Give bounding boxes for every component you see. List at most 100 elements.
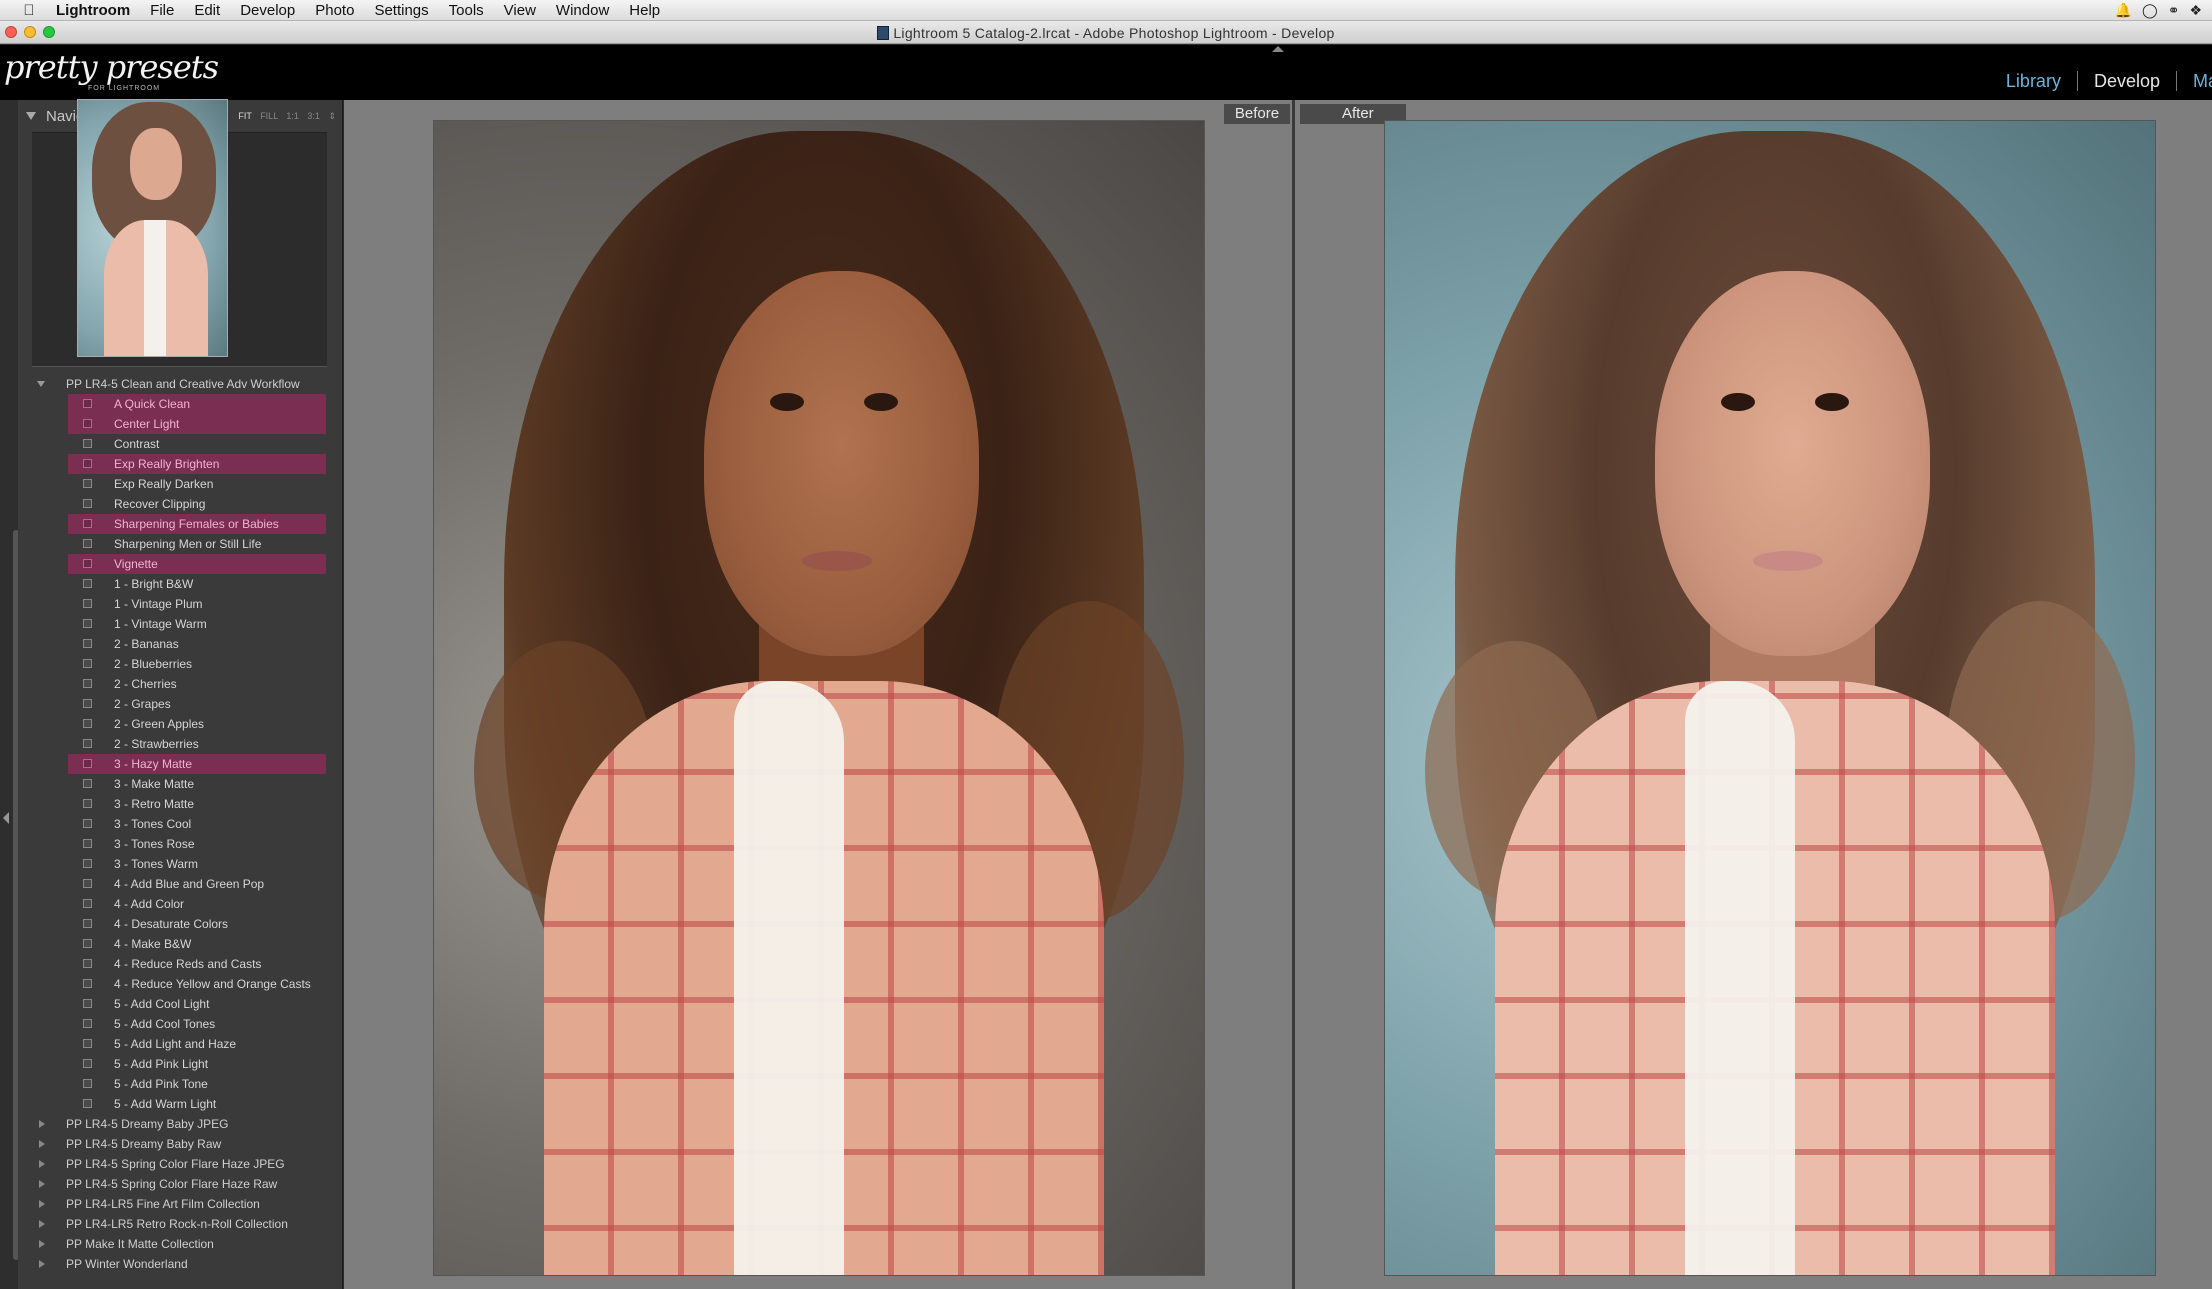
preset-item[interactable]: 4 - Reduce Reds and Casts (68, 954, 326, 974)
preset-item[interactable]: Center Light (68, 414, 326, 434)
notification-icon[interactable]: 🔔 (2115, 2, 2132, 19)
preset-label: 4 - Add Blue and Green Pop (114, 877, 265, 891)
preset-item[interactable]: A Quick Clean (68, 394, 326, 414)
preset-folder-label: PP LR4-LR5 Fine Art Film Collection (66, 1197, 260, 1211)
preset-item[interactable]: 1 - Vintage Plum (68, 594, 326, 614)
preset-item[interactable]: Exp Really Darken (68, 474, 326, 494)
preset-item[interactable]: 3 - Hazy Matte (68, 754, 326, 774)
preset-item[interactable]: Contrast (68, 434, 326, 454)
preset-item[interactable]: Recover Clipping (68, 494, 326, 514)
preset-label: 1 - Vintage Warm (114, 617, 207, 631)
preset-item[interactable]: 4 - Reduce Yellow and Orange Casts (68, 974, 326, 994)
navigator-collapse-icon[interactable] (26, 112, 36, 120)
preset-item[interactable]: 1 - Bright B&W (68, 574, 326, 594)
sync-icon[interactable]: ◯ (2142, 2, 2158, 19)
preset-item[interactable]: 3 - Make Matte (68, 774, 326, 794)
preset-item[interactable]: 5 - Add Warm Light (68, 1094, 326, 1114)
menu-tools[interactable]: Tools (449, 2, 484, 19)
preset-folder[interactable]: PP LR4-LR5 Retro Rock-n-Roll Collection (32, 1214, 342, 1234)
zoom-fill[interactable]: FILL (260, 111, 278, 121)
preset-icon (83, 899, 92, 908)
menu-develop[interactable]: Develop (240, 2, 295, 19)
preset-item[interactable]: 4 - Desaturate Colors (68, 914, 326, 934)
preset-item[interactable]: 4 - Add Blue and Green Pop (68, 874, 326, 894)
preset-folder-open[interactable]: PP LR4-5 Clean and Creative Adv Workflow (32, 374, 342, 394)
module-map[interactable]: Ma (2176, 71, 2212, 91)
apple-icon[interactable]:  (18, 2, 40, 19)
menu-app-name[interactable]: Lightroom (56, 2, 130, 19)
preset-item[interactable]: 5 - Add Cool Tones (68, 1014, 326, 1034)
creative-cloud-icon[interactable]: ⚭ (2168, 2, 2180, 19)
preset-item[interactable]: 2 - Cherries (68, 674, 326, 694)
preset-folder[interactable]: PP Winter Wonderland (32, 1254, 342, 1274)
preset-item[interactable]: 4 - Add Color (68, 894, 326, 914)
menu-window[interactable]: Window (556, 2, 609, 19)
zoom-fit[interactable]: FIT (238, 111, 251, 121)
preset-item[interactable]: 5 - Add Pink Tone (68, 1074, 326, 1094)
preset-item[interactable]: 1 - Vintage Warm (68, 614, 326, 634)
preset-item[interactable]: Vignette (68, 554, 326, 574)
preset-item[interactable]: Exp Really Brighten (68, 454, 326, 474)
folder-collapsed-icon[interactable] (39, 1120, 45, 1128)
folder-collapsed-icon[interactable] (39, 1200, 45, 1208)
preset-label: 2 - Green Apples (114, 717, 205, 731)
preset-label: 4 - Reduce Reds and Casts (114, 957, 262, 971)
folder-collapsed-icon[interactable] (39, 1220, 45, 1228)
preset-folder[interactable]: PP LR4-5 Spring Color Flare Haze Raw (32, 1174, 342, 1194)
preset-item[interactable]: 2 - Grapes (68, 694, 326, 714)
menu-photo[interactable]: Photo (315, 2, 354, 19)
after-photo[interactable] (1384, 120, 2156, 1276)
preset-folder[interactable]: PP LR4-5 Dreamy Baby JPEG (32, 1114, 342, 1134)
folder-collapsed-icon[interactable] (39, 1260, 45, 1268)
folder-collapsed-icon[interactable] (39, 1140, 45, 1148)
preset-item[interactable]: Sharpening Females or Babies (68, 514, 326, 534)
preset-item[interactable]: 2 - Strawberries (68, 734, 326, 754)
preset-item[interactable]: 2 - Green Apples (68, 714, 326, 734)
dropbox-icon[interactable]: ❖ (2189, 2, 2202, 19)
zoom-stepper-icon[interactable]: ⇕ (328, 111, 336, 121)
folder-collapsed-icon[interactable] (39, 1180, 45, 1188)
preset-label: 3 - Retro Matte (114, 797, 195, 811)
module-library[interactable]: Library (1990, 71, 2077, 91)
preset-item[interactable]: 5 - Add Cool Light (68, 994, 326, 1014)
preset-icon (83, 939, 92, 948)
preset-item[interactable]: Sharpening Men or Still Life (68, 534, 326, 554)
zoom-1-1[interactable]: 1:1 (286, 111, 299, 121)
preset-icon (83, 759, 92, 768)
navigator-thumbnail[interactable] (77, 99, 228, 357)
preset-folder[interactable]: PP LR4-5 Spring Color Flare Haze JPEG (32, 1154, 342, 1174)
preset-folder[interactable]: PP Make It Matte Collection (32, 1234, 342, 1254)
preset-icon (83, 1059, 92, 1068)
preset-item[interactable]: 2 - Bananas (68, 634, 326, 654)
preset-label: 4 - Reduce Yellow and Orange Casts (114, 977, 311, 991)
preset-icon (83, 719, 92, 728)
preset-label: 4 - Desaturate Colors (114, 917, 229, 931)
menu-edit[interactable]: Edit (194, 2, 220, 19)
before-photo[interactable] (433, 120, 1205, 1276)
preset-item[interactable]: 3 - Retro Matte (68, 794, 326, 814)
preset-label: 3 - Tones Rose (114, 837, 195, 851)
preset-label: 3 - Tones Warm (114, 857, 199, 871)
folder-collapsed-icon[interactable] (39, 1240, 45, 1248)
menu-help[interactable]: Help (629, 2, 660, 19)
preset-icon (83, 959, 92, 968)
collapse-left-panel-arrow-icon[interactable] (3, 812, 9, 824)
preset-item[interactable]: 5 - Add Light and Haze (68, 1034, 326, 1054)
preset-folder[interactable]: PP LR4-5 Dreamy Baby Raw (32, 1134, 342, 1154)
menu-view[interactable]: View (504, 2, 536, 19)
preset-item[interactable]: 2 - Blueberries (68, 654, 326, 674)
module-develop[interactable]: Develop (2076, 71, 2176, 91)
preset-item[interactable]: 3 - Tones Warm (68, 854, 326, 874)
preset-item[interactable]: 3 - Tones Rose (68, 834, 326, 854)
menu-settings[interactable]: Settings (374, 2, 428, 19)
preset-label: 5 - Add Pink Tone (114, 1077, 208, 1091)
menu-file[interactable]: File (150, 2, 174, 19)
collapse-top-panel-arrow-icon[interactable] (1272, 46, 1284, 52)
zoom-3-1[interactable]: 3:1 (307, 111, 320, 121)
preset-item[interactable]: 5 - Add Pink Light (68, 1054, 326, 1074)
preset-item[interactable]: 3 - Tones Cool (68, 814, 326, 834)
folder-expand-icon[interactable] (37, 381, 45, 387)
preset-folder[interactable]: PP LR4-LR5 Fine Art Film Collection (32, 1194, 342, 1214)
folder-collapsed-icon[interactable] (39, 1160, 45, 1168)
preset-item[interactable]: 4 - Make B&W (68, 934, 326, 954)
